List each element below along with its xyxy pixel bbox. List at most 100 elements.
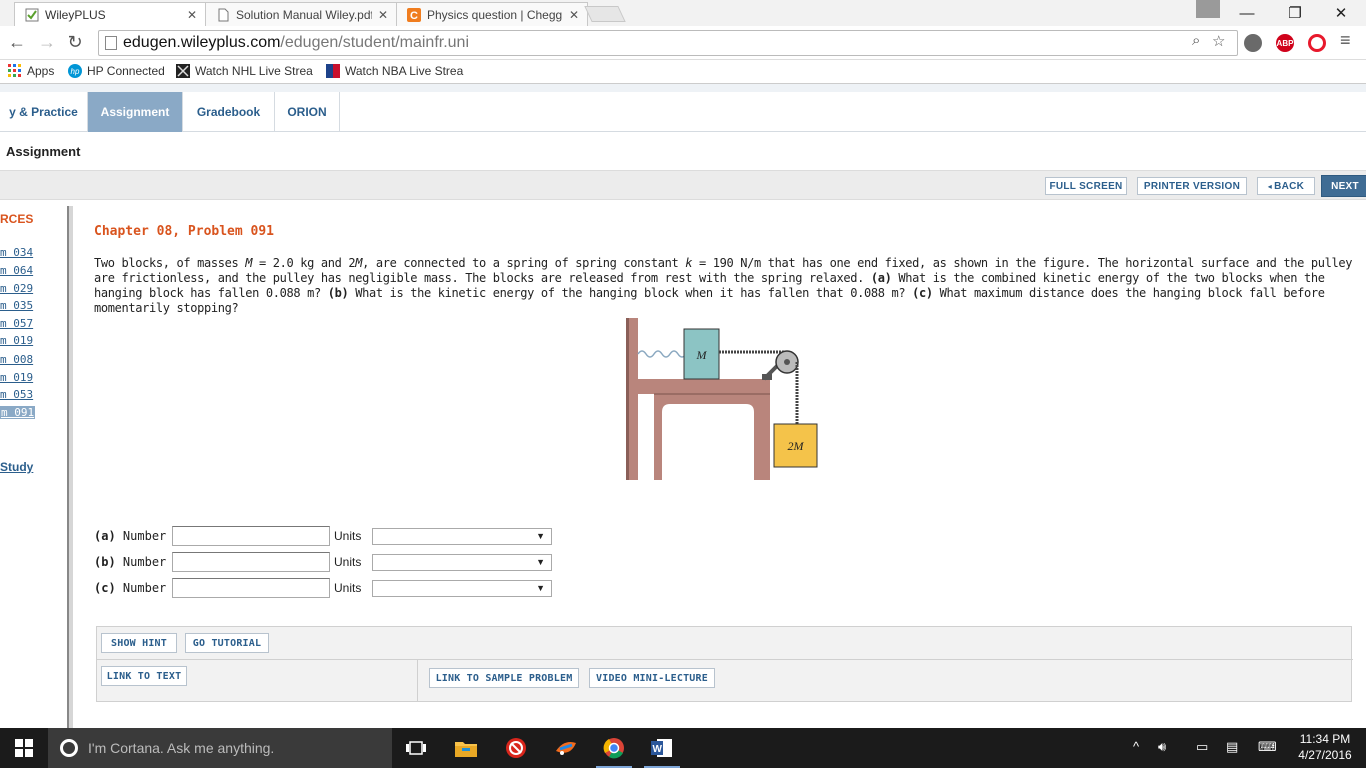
next-button[interactable]: NEXT — [1321, 175, 1366, 197]
volume-icon[interactable]: 🔊︎ — [1158, 739, 1166, 755]
sidebar-problem-link[interactable]: m 057 — [0, 317, 33, 330]
answer-row-a: (a) Number Units ▼ — [94, 525, 552, 547]
answer-label-b: (b) Number — [94, 555, 167, 569]
address-bar[interactable]: edugen.wileyplus.com/edugen/student/main… — [98, 30, 1238, 56]
tab-wileyplus[interactable]: WileyPLUS ✕ — [14, 2, 206, 26]
windows-taskbar: I'm Cortana. Ask me anything. W ^ 🔊︎ ▭ ▤… — [0, 728, 1366, 768]
full-screen-button[interactable]: FULL SCREEN — [1045, 177, 1127, 195]
spring — [637, 350, 688, 358]
back-arrow-icon[interactable]: ← — [6, 32, 28, 53]
sidebar-problem-link[interactable]: m 035 — [0, 299, 33, 312]
block-m-label: M — [696, 348, 708, 362]
extension-icon[interactable] — [1244, 34, 1262, 52]
sidebar-problem-link[interactable]: m 034 — [0, 246, 33, 259]
paint-app-icon[interactable] — [546, 734, 586, 762]
restore-window-icon[interactable]: ❐ — [1272, 0, 1318, 26]
bookmark-apps[interactable]: Apps — [8, 64, 54, 78]
wileyplus-favicon-icon — [25, 8, 39, 22]
tab-assignment[interactable]: Assignment — [88, 92, 183, 132]
bookmarks-bar: Apps hp HP Connected Watch NHL Live Stre… — [0, 60, 1366, 84]
cortana-placeholder: I'm Cortana. Ask me anything. — [88, 740, 275, 756]
cortana-search-box[interactable]: I'm Cortana. Ask me anything. — [48, 728, 392, 768]
keyboard-icon[interactable]: ⌨ — [1258, 739, 1277, 755]
zoom-search-icon[interactable]: ⌕ — [1192, 32, 1200, 49]
page-icon — [105, 36, 117, 50]
link-to-sample-problem-button[interactable]: LINK TO SAMPLE PROBLEM — [429, 668, 579, 688]
battery-icon[interactable]: ▭ — [1196, 739, 1208, 755]
bookmark-star-icon[interactable]: ☆ — [1212, 32, 1225, 50]
units-label: Units — [334, 581, 362, 595]
word-icon[interactable]: W — [642, 734, 682, 768]
bookmark-nhl[interactable]: Watch NHL Live Strea — [176, 64, 313, 78]
link-to-text-button[interactable]: LINK TO TEXT — [101, 666, 187, 686]
sidebar-problem-link[interactable]: m 019 — [0, 371, 33, 384]
user-profile-icon[interactable] — [1196, 0, 1220, 18]
tab-study-practice[interactable]: y & Practice — [0, 92, 88, 132]
study-link[interactable]: Study — [0, 460, 33, 474]
chegg-favicon-icon: C — [407, 7, 421, 22]
blocked-app-icon[interactable] — [496, 734, 536, 762]
tab-solution-manual[interactable]: Solution Manual Wiley.pdf ✕ — [205, 2, 397, 26]
action-center-icon[interactable]: ▤ — [1226, 739, 1238, 755]
answer-label-a: (a) Number — [94, 529, 167, 543]
tab-title: Physics question | Chegg.com — [427, 7, 563, 22]
file-explorer-icon[interactable] — [446, 734, 486, 762]
answer-b-number-input[interactable] — [172, 552, 330, 572]
answer-a-number-input[interactable] — [172, 526, 330, 546]
tab-chegg[interactable]: C Physics question | Chegg.com ✕ — [396, 2, 588, 26]
menu-icon[interactable]: ≡ — [1340, 30, 1351, 51]
adblock-plus-icon[interactable]: ABP — [1276, 34, 1294, 52]
section-title: Assignment — [6, 144, 81, 159]
url-text: edugen.wileyplus.com/edugen/student/main… — [123, 34, 469, 51]
task-view-icon[interactable] — [396, 734, 436, 762]
cortana-icon — [60, 739, 78, 757]
close-tab-icon[interactable]: ✕ — [378, 8, 388, 22]
answer-b-units-select[interactable]: ▼ — [372, 553, 552, 571]
units-label: Units — [334, 529, 362, 543]
sidebar-title: RCES — [0, 212, 34, 226]
chrome-icon[interactable] — [594, 734, 634, 768]
sidebar-problem-link[interactable]: m 053 — [0, 388, 33, 401]
sidebar-problem-link[interactable]: m 064 — [0, 264, 33, 277]
forward-arrow-icon[interactable]: → — [36, 32, 58, 53]
svg-text:hp: hp — [71, 67, 80, 76]
show-hint-button[interactable]: SHOW HINT — [101, 633, 177, 653]
tab-gradebook[interactable]: Gradebook — [183, 92, 275, 132]
answer-c-number-input[interactable] — [172, 578, 330, 598]
problem-content: Chapter 08, Problem 091 Two blocks, of m… — [84, 214, 1360, 728]
bookmark-label: Watch NBA Live Strea — [345, 64, 464, 78]
spring-pulley-figure: M 2M — [624, 314, 824, 484]
answer-c-units-select[interactable]: ▼ — [372, 579, 552, 597]
sidebar-divider[interactable] — [67, 206, 73, 728]
close-tab-icon[interactable]: ✕ — [569, 8, 579, 22]
sidebar-problem-link[interactable]: m 008 — [0, 353, 33, 366]
system-clock[interactable]: 11:34 PM 4/27/2016 — [1290, 731, 1360, 763]
back-button[interactable]: ◂ BACK — [1257, 177, 1315, 195]
close-tab-icon[interactable]: ✕ — [187, 8, 197, 22]
help-panel-separator — [417, 660, 418, 702]
answer-a-units-select[interactable]: ▼ — [372, 527, 552, 545]
show-hidden-icons-icon[interactable]: ^ — [1133, 739, 1139, 754]
problem-title: Chapter 08, Problem 091 — [94, 224, 275, 239]
help-panel-separator — [97, 659, 1353, 660]
document-favicon-icon — [216, 8, 230, 22]
table-body — [654, 394, 770, 480]
new-tab-button[interactable] — [584, 6, 626, 22]
go-tutorial-button[interactable]: GO TUTORIAL — [185, 633, 269, 653]
opera-icon[interactable] — [1308, 34, 1326, 52]
wileyplus-page: y & Practice Assignment Gradebook ORION … — [0, 84, 1366, 728]
bookmark-hp-connected[interactable]: hp HP Connected — [68, 64, 165, 78]
close-window-icon[interactable]: ✕ — [1318, 0, 1364, 26]
reload-icon[interactable]: ↻ — [64, 32, 86, 53]
bookmark-nba[interactable]: Watch NBA Live Strea — [326, 64, 463, 78]
sidebar-problem-link[interactable]: m 019 — [0, 334, 33, 347]
minimize-window-icon[interactable]: — — [1224, 0, 1270, 26]
svg-text:W: W — [653, 744, 663, 755]
sidebar-problem-link[interactable]: m 029 — [0, 282, 33, 295]
windows-start-icon[interactable] — [0, 728, 48, 768]
dropdown-arrow-icon: ▼ — [536, 556, 545, 567]
video-mini-lecture-button[interactable]: VIDEO MINI-LECTURE — [589, 668, 715, 688]
printer-version-button[interactable]: PRINTER VERSION — [1137, 177, 1247, 195]
tab-orion[interactable]: ORION — [275, 92, 340, 132]
sidebar-problem-link-current[interactable]: m 091 — [0, 406, 36, 419]
